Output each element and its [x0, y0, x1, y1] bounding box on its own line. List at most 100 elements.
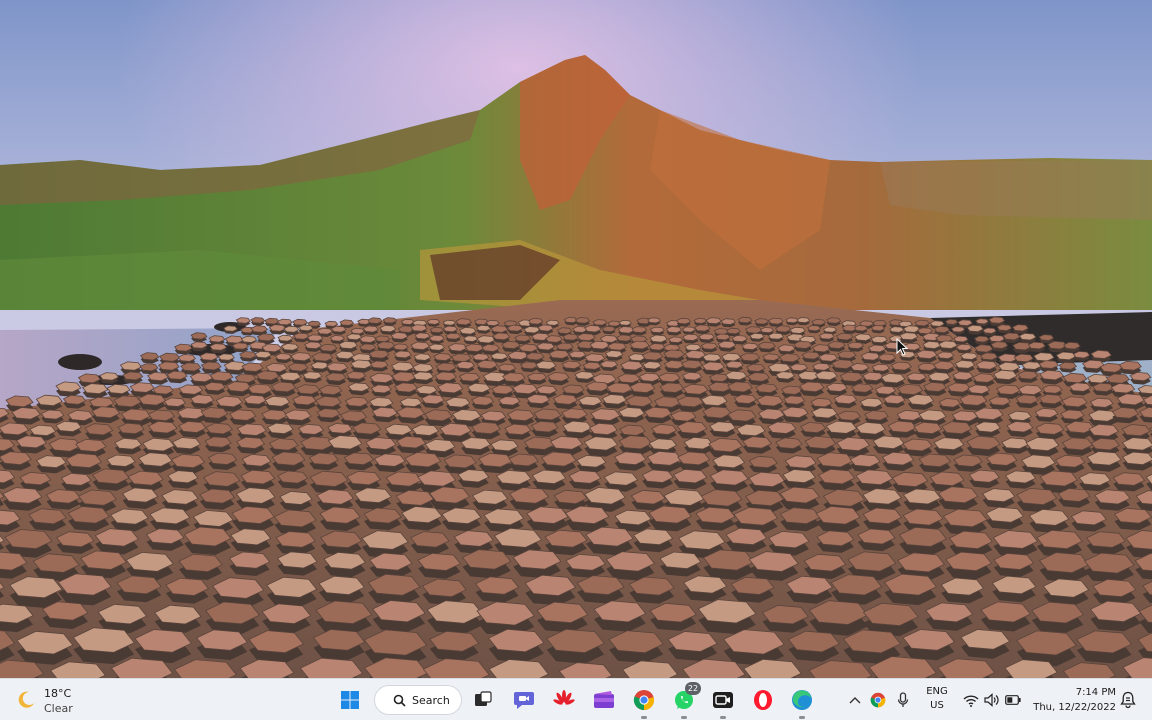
basalt-column-top: [556, 327, 573, 335]
basalt-column-top: [445, 332, 462, 340]
whatsapp-badge: 22: [685, 682, 701, 695]
basalt-column-top: [528, 317, 544, 325]
basalt-column-top: [975, 318, 990, 325]
taskbar-chrome[interactable]: [629, 685, 659, 719]
camera-icon: [713, 692, 733, 708]
show-hidden-icons-button[interactable]: [846, 686, 864, 714]
basalt-column-top: [973, 335, 990, 343]
clock-date: Thu, 12/22/2022: [1033, 702, 1116, 713]
basalt-column-top: [463, 335, 479, 342]
basalt-column-top: [474, 318, 489, 326]
search-label: Search: [412, 693, 450, 707]
basalt-column-top: [705, 317, 722, 325]
basalt-column-top: [818, 332, 835, 340]
basalt-column-top: [506, 324, 524, 332]
language-region: US: [930, 700, 944, 711]
weather-widget[interactable]: 18°C Clear: [14, 684, 94, 716]
basalt-column-top: [264, 317, 280, 325]
basalt-column-top: [914, 319, 931, 327]
basalt-column-top: [329, 335, 345, 342]
basalt-column-top: [749, 332, 765, 340]
basalt-column-top: [737, 316, 753, 324]
basalt-column-top: [929, 320, 945, 327]
basalt-column-top: [400, 318, 415, 325]
basalt-column-top: [250, 317, 266, 324]
basalt-column-top: [442, 319, 457, 326]
basalt-column-top: [785, 317, 799, 324]
battery-icon: [1005, 695, 1021, 705]
basalt-column-top: [847, 341, 865, 350]
taskbar-whatsapp[interactable]: 22: [669, 682, 701, 719]
taskbar-task-view[interactable]: [468, 685, 498, 715]
basalt-column-top: [796, 317, 811, 324]
moon-icon: [18, 691, 34, 708]
windows-start-icon: [341, 691, 359, 709]
basalt-column-top: [684, 343, 702, 351]
basalt-column-top: [950, 326, 966, 333]
basalt-column-top: [429, 326, 445, 334]
taskbar-camera[interactable]: [708, 685, 738, 719]
basalt-column-top: [681, 326, 696, 333]
basalt-column-top: [982, 327, 997, 334]
basalt-column-top: [668, 336, 684, 344]
basalt-column-top: [374, 335, 391, 343]
basalt-column-top: [811, 318, 827, 326]
basalt-column-top: [618, 319, 632, 326]
microphone-icon: [897, 692, 909, 707]
basalt-column-top: [426, 318, 441, 325]
taskbar-huawei[interactable]: [549, 685, 579, 715]
basalt-column-top: [235, 317, 251, 324]
basalt-column-top: [298, 324, 314, 332]
tray-chrome[interactable]: [868, 686, 888, 714]
language-indicator[interactable]: ENG US: [920, 685, 954, 713]
basalt-column-top: [853, 325, 869, 332]
basalt-column-top: [545, 319, 560, 326]
taskbar-teams-chat[interactable]: [509, 685, 539, 715]
basalt-column-top: [944, 318, 959, 325]
taskbar-clipchamp[interactable]: [589, 685, 619, 715]
taskbar-edge[interactable]: [787, 685, 817, 719]
basalt-column-top: [316, 327, 333, 335]
tray-battery[interactable]: [1004, 686, 1022, 714]
basalt-column-top: [826, 317, 842, 324]
basalt-column-top: [455, 318, 473, 326]
basalt-column-top: [442, 325, 459, 333]
volume-icon: [984, 693, 999, 707]
start-button[interactable]: [335, 685, 365, 715]
basalt-column-top: [485, 319, 500, 327]
chrome-icon: [633, 690, 655, 711]
basalt-column-top: [1038, 334, 1055, 341]
basalt-column-top: [725, 327, 741, 335]
basalt-column-top: [283, 325, 300, 333]
tray-wifi[interactable]: [962, 686, 980, 714]
basalt-column-top: [607, 320, 622, 327]
opera-icon: [754, 690, 772, 710]
taskbar-opera[interactable]: [748, 685, 778, 715]
basalt-column-top: [870, 324, 886, 332]
basalt-column-top: [754, 318, 770, 325]
search-button[interactable]: Search: [374, 685, 462, 715]
basalt-column-top: [872, 319, 888, 327]
basalt-column-top: [362, 325, 379, 333]
basalt-column-top: [306, 334, 324, 342]
tray-microphone[interactable]: [893, 686, 913, 714]
notification-bell-icon[interactable]: [1120, 691, 1136, 709]
taskbar: 18°C Clear Search 22 ENG US 7:14 PM Thu,…: [0, 678, 1152, 720]
tray-volume[interactable]: [983, 686, 1001, 714]
basalt-column-top: [720, 318, 737, 325]
basalt-column-top: [382, 317, 398, 324]
basalt-column-top: [631, 326, 648, 334]
basalt-column-top: [276, 318, 293, 326]
clock[interactable]: 7:14 PM Thu, 12/22/2022: [1030, 685, 1116, 715]
desktop-wallpaper: [0, 0, 1152, 678]
basalt-column-top: [649, 326, 665, 334]
weather-temperature: 18°C: [44, 687, 72, 700]
teams-chat-icon: [514, 692, 534, 709]
wallpaper-image: [0, 0, 1152, 678]
huawei-icon: [553, 690, 575, 705]
basalt-column-top: [223, 325, 238, 332]
basalt-column-top: [231, 342, 250, 350]
mouse-cursor-icon: [896, 338, 908, 356]
basalt-column-top: [676, 317, 692, 325]
basalt-column-top: [759, 327, 775, 334]
